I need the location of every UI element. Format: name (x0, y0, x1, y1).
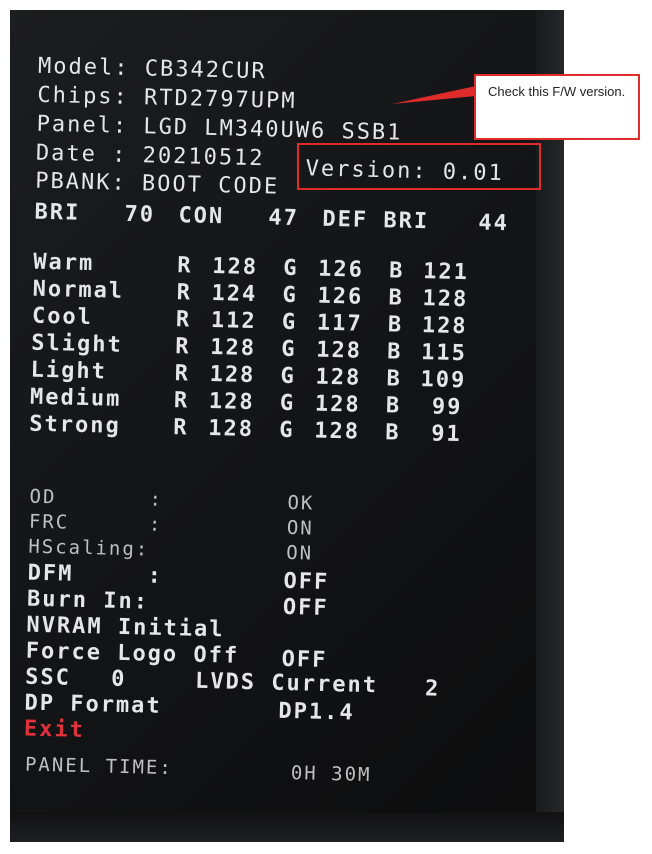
annotation-note: Check this F/W version. (474, 74, 640, 140)
annotation-arrow-head (392, 86, 476, 104)
